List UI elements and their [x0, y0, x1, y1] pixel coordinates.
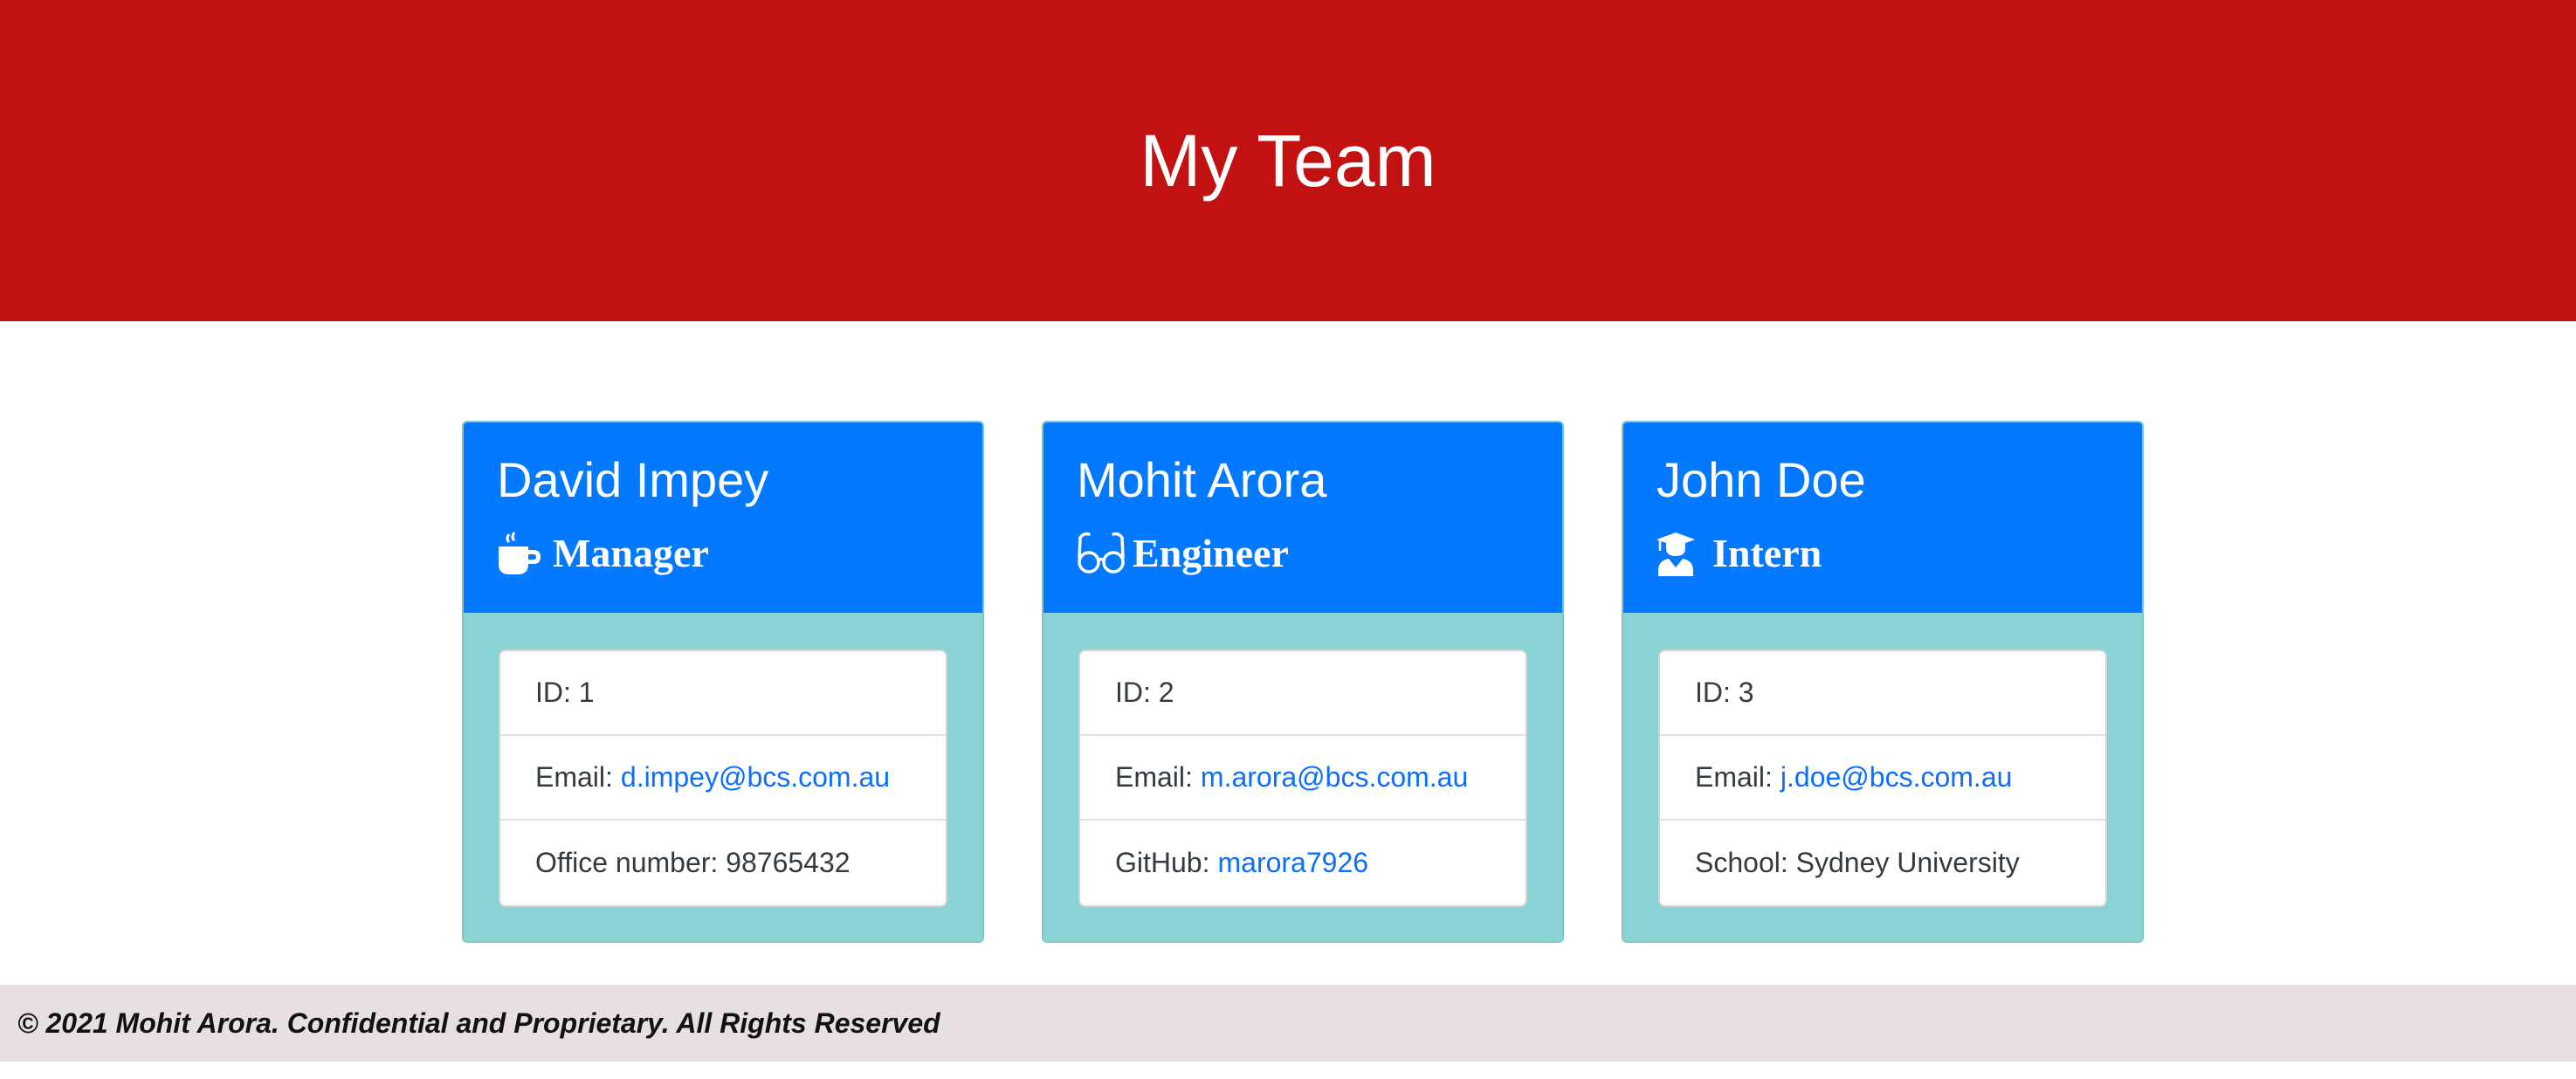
school-text: School: Sydney University	[1695, 847, 2020, 878]
id-text: ID: 2	[1115, 677, 1174, 708]
employee-role: Intern	[1656, 527, 2109, 580]
card-header: David Impey Manager	[464, 423, 982, 613]
email-label: Email:	[535, 761, 613, 793]
role-label: Intern	[1712, 531, 1822, 575]
email-link[interactable]: j.doe@bcs.com.au	[1780, 761, 2013, 794]
email-label: Email:	[1115, 761, 1193, 793]
list-item-school: School: Sydney University	[1660, 821, 2105, 905]
list-item-email: Email: m.arora@bcs.com.au	[1080, 736, 1526, 821]
email-link[interactable]: d.impey@bcs.com.au	[621, 761, 890, 794]
copyright-text: © 2021 Mohit Arora. Confidential and Pro…	[17, 1007, 940, 1039]
employee-role: Engineer	[1077, 527, 1529, 580]
list-item-id: ID: 1	[500, 651, 946, 736]
employee-details-list: ID: 1 Email: d.impey@bcs.com.au Office n…	[499, 649, 947, 907]
employee-name: Mohit Arora	[1077, 452, 1327, 507]
id-text: ID: 1	[535, 677, 595, 708]
email-label: Email:	[1695, 761, 1773, 793]
github-label: GitHub:	[1115, 847, 1210, 878]
graduate-icon	[1656, 531, 1702, 576]
role-label: Manager	[553, 531, 709, 575]
employee-details-list: ID: 2 Email: m.arora@bcs.com.au GitHub: …	[1078, 649, 1527, 907]
page-footer: © 2021 Mohit Arora. Confidential and Pro…	[0, 985, 2576, 1062]
email-link[interactable]: m.arora@bcs.com.au	[1201, 761, 1468, 794]
coffee-mug-icon	[497, 531, 542, 576]
list-item-id: ID: 3	[1660, 651, 2105, 736]
list-item-id: ID: 2	[1080, 651, 1526, 736]
employee-name: David Impey	[497, 452, 769, 507]
id-text: ID: 3	[1695, 677, 1754, 708]
card-header: John Doe Intern	[1623, 423, 2142, 613]
office-number-text: Office number: 98765432	[535, 847, 851, 878]
list-item-email: Email: j.doe@bcs.com.au	[1660, 736, 2105, 821]
employee-card-manager: David Impey Manager ID: 1 Email: d.impey…	[462, 421, 984, 943]
list-item-office-number: Office number: 98765432	[500, 821, 946, 905]
card-header: Mohit Arora Engineer	[1043, 423, 1562, 613]
glasses-icon	[1077, 531, 1125, 576]
employee-card-intern: John Doe Intern ID: 3 Email: j.doe@bcs.c…	[1622, 421, 2144, 943]
github-link[interactable]: marora7926	[1217, 847, 1368, 879]
employee-card-engineer: Mohit Arora Engineer ID: 2 Email: m.aror…	[1042, 421, 1564, 943]
employee-role: Manager	[497, 527, 949, 580]
employee-details-list: ID: 3 Email: j.doe@bcs.com.au School: Sy…	[1658, 649, 2107, 907]
list-item-email: Email: d.impey@bcs.com.au	[500, 736, 946, 821]
employee-name: John Doe	[1656, 452, 1866, 507]
list-item-github: GitHub: marora7926	[1080, 821, 1526, 905]
page-header: My Team	[0, 0, 2576, 321]
role-label: Engineer	[1133, 531, 1289, 575]
page-title: My Team	[1140, 119, 1436, 202]
